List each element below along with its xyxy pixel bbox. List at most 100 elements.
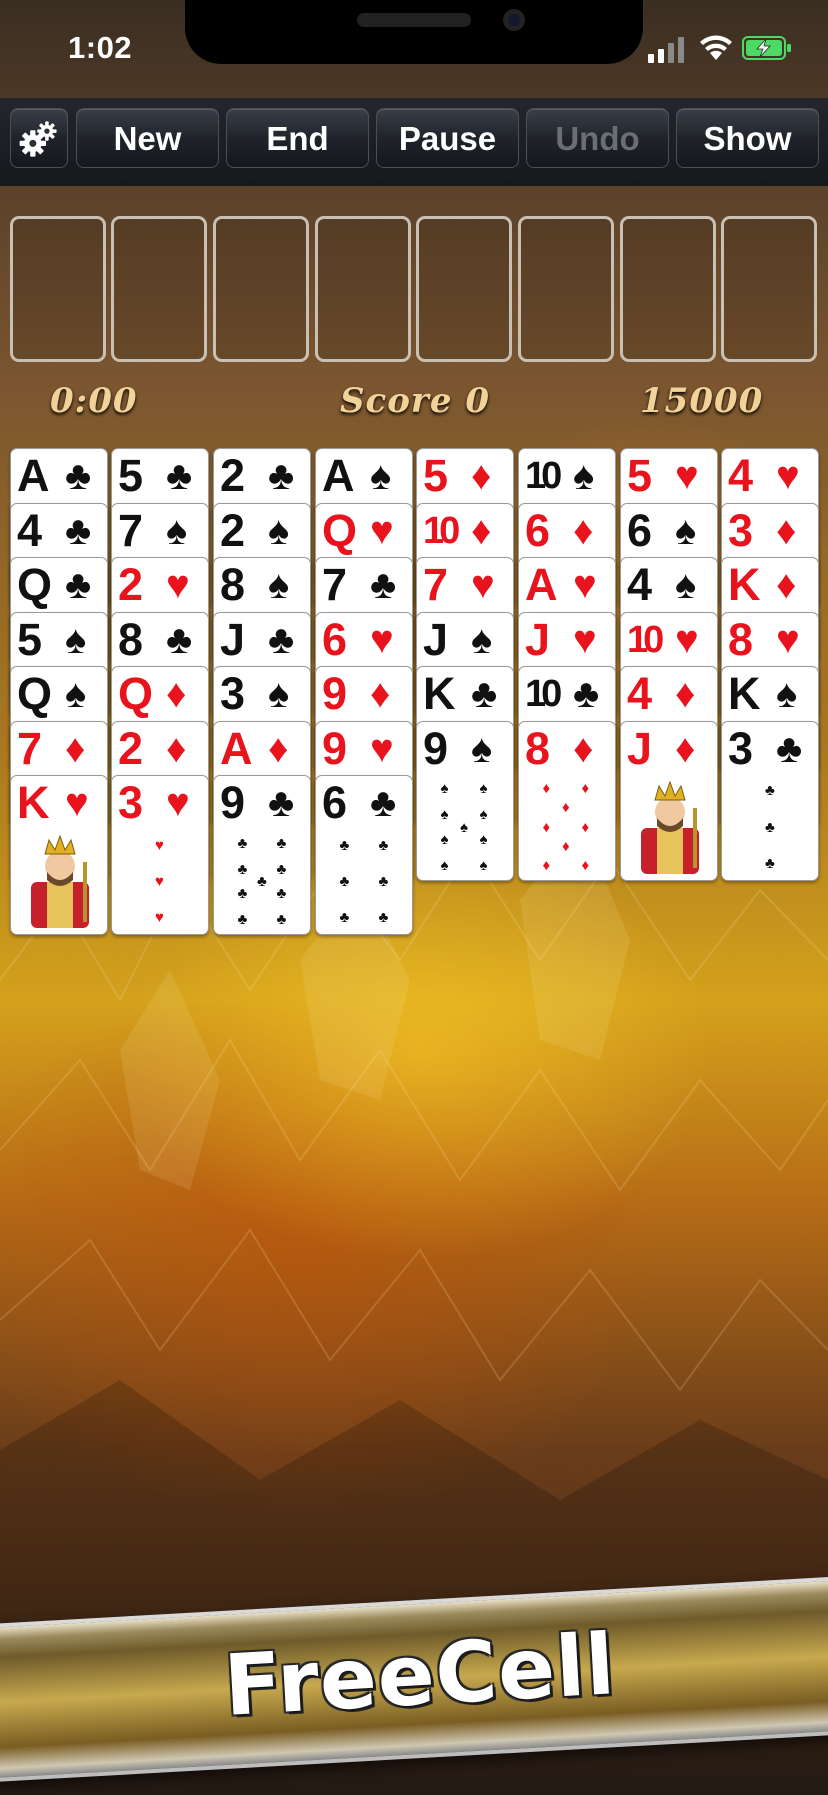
pip-icon: ♦ [581,818,590,836]
card-rank: J [525,613,550,665]
card-rank: Q [322,504,357,556]
pip-icon: ♥ [155,836,164,854]
free-cell-1[interactable] [10,216,106,362]
card-rank: 4 [627,559,652,610]
card-pips: ♥ ♥ ♥ [122,834,200,930]
card-9-of-spades[interactable]: 9 ♠ ♠ ♠ ♠ ♠ ♠ ♠ ♠ ♠ ♠ [416,720,514,881]
card-rank: 10 [423,509,460,552]
free-cell-2[interactable] [111,216,207,362]
card-rank: 5 [17,613,42,665]
pip-icon: ♣ [276,911,287,929]
card-suit-icon: ♥ [370,726,394,771]
card-suit-icon: ♠ [166,508,188,553]
card-rank: Q [17,559,52,610]
card-rank: A [322,450,354,501]
card-rank: 5 [423,450,448,501]
card-suit-icon: ♦ [268,726,289,771]
card-suit-icon: ♠ [65,617,87,662]
card-suit-icon: ♥ [573,617,597,662]
card-suit-icon: ♥ [471,563,495,607]
title-banner: FreeCell [0,1575,828,1783]
card-rank: 2 [220,450,245,501]
card-3-of-hearts[interactable]: 3 ♥ ♥ ♥ ♥ [111,775,209,935]
card-suit-icon: ♠ [65,672,87,716]
battery-charging-icon [742,36,791,60]
card-rank: 8 [220,559,245,610]
card-suit-icon: ♦ [166,726,187,771]
card-suit-icon: ♥ [675,617,699,662]
card-suit-icon: ♦ [776,508,797,553]
card-suit-icon: ♥ [166,563,190,607]
card-rank: 8 [118,613,143,665]
pip-icon: ♣ [276,885,287,903]
card-suit-icon: ♠ [370,454,392,498]
pip-icon: ♠ [440,780,449,798]
card-pips: ♠ ♠ ♠ ♠ ♠ ♠ ♠ ♠ ♠ [427,780,505,876]
undo-button[interactable]: Undo [526,108,669,168]
card-rank: A [525,559,557,610]
card-suit-icon: ♠ [675,563,697,607]
foundation-3[interactable] [620,216,716,362]
card-suit-icon: ♦ [471,454,492,498]
cellular-signal-icon [648,37,684,63]
card-rank: 7 [118,504,143,556]
card-pips: ♣ ♣ ♣ [732,780,810,876]
pip-icon: ♥ [155,873,164,890]
card-suit-icon: ♦ [573,508,594,553]
card-suit-icon: ♦ [675,672,696,716]
card-rank: A [220,722,252,774]
card-6-of-clubs[interactable]: 6 ♣ ♣ ♣ ♣ ♣ ♣ ♣ [315,775,413,935]
card-suit-icon: ♠ [471,617,493,662]
foundation-1[interactable] [416,216,512,362]
card-suit-icon: ♦ [776,563,797,607]
card-rank: Q [17,668,52,719]
pip-icon: ♣ [339,836,350,854]
pip-icon: ♣ [237,834,248,852]
pip-icon: ♦ [581,856,590,874]
foundation-4[interactable] [721,216,817,362]
card-rank: Q [118,668,153,719]
card-suit-icon: ♠ [471,726,493,771]
free-cell-4[interactable] [315,216,411,362]
card-k-of-hearts[interactable]: K ♥ [10,775,108,935]
pip-icon: ♠ [479,856,488,874]
pip-icon: ♣ [765,782,775,800]
card-rank: J [627,722,652,774]
card-suit-icon: ♠ [776,672,798,716]
pip-icon: ♦ [542,856,551,874]
card-suit-icon: ♣ [268,454,295,498]
new-game-button[interactable]: New [76,108,219,168]
card-rank: 6 [322,777,347,828]
pip-icon: ♣ [765,818,775,836]
pip-icon: ♠ [479,780,488,798]
card-rank: J [220,613,245,665]
free-cell-3[interactable] [213,216,309,362]
end-game-button[interactable]: End [226,108,369,168]
card-9-of-clubs[interactable]: 9 ♣ ♣ ♣ ♣ ♣ ♣ ♣ ♣ ♣ ♣ [213,775,311,935]
card-suit-icon: ♥ [573,563,597,607]
score: Score 0 [340,381,490,421]
card-suit-icon: ♣ [65,454,92,498]
card-suit-icon: ♥ [776,617,800,662]
banner-title: FreeCell [221,1615,618,1735]
pip-icon: ♣ [276,860,287,878]
card-suit-icon: ♣ [776,726,803,771]
card-rank: 9 [322,722,347,774]
card-rank: 3 [728,504,753,556]
game-toolbar: New End Pause Undo Show [0,98,828,186]
pause-button[interactable]: Pause [376,108,519,168]
card-8-of-diamonds[interactable]: 8 ♦ ♦ ♦ ♦ ♦ ♦ ♦ ♦ ♦ [518,720,616,881]
card-pips: ♣ ♣ ♣ ♣ ♣ ♣ ♣ ♣ ♣ [224,834,302,930]
show-button[interactable]: Show [676,108,819,168]
card-rank: 6 [627,504,652,556]
pip-icon: ♦ [581,780,590,798]
card-rank: 2 [118,722,143,774]
card-3-of-clubs[interactable]: 3 ♣ ♣ ♣ ♣ [721,720,819,881]
foundation-2[interactable] [518,216,614,362]
card-j-of-diamonds[interactable]: J ♦ [620,720,718,881]
card-suit-icon: ♥ [776,454,800,498]
pip-icon: ♥ [155,909,164,927]
settings-button[interactable] [10,108,68,168]
card-rank: 9 [322,668,347,719]
card-suit-icon: ♦ [65,726,86,771]
